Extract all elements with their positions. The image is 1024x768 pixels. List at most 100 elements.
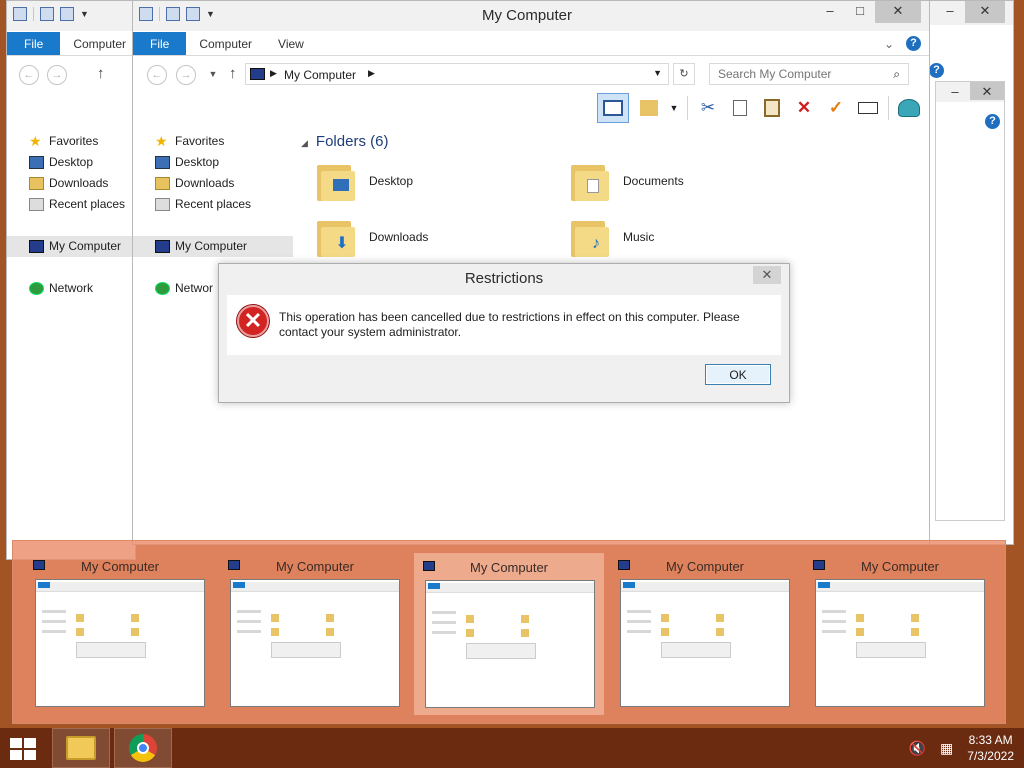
computer-icon: [250, 68, 265, 80]
properties-icon[interactable]: [40, 7, 54, 21]
ok-button[interactable]: OK: [705, 364, 771, 385]
back-button[interactable]: ←: [19, 65, 39, 85]
switcher-thumbnail[interactable]: My Computer: [805, 553, 995, 715]
search-input[interactable]: [710, 64, 908, 84]
tab-file[interactable]: File: [7, 32, 61, 55]
ribbon-right-controls: ⌄ ?: [884, 36, 921, 51]
thumbnail-preview: [425, 580, 595, 708]
title-bar[interactable]: – ✕: [927, 1, 1013, 25]
switcher-thumbnail[interactable]: My Computer: [25, 553, 215, 715]
title-bar[interactable]: ▼: [7, 1, 135, 31]
quick-access-toolbar: ▼: [139, 7, 215, 21]
new-folder-icon[interactable]: [60, 7, 74, 21]
downloads-folder-icon: ⬇: [317, 215, 357, 259]
computer-icon[interactable]: [139, 7, 153, 21]
desktop-icon: [155, 156, 170, 169]
title-bar[interactable]: – ✕: [936, 82, 1004, 102]
rename-button[interactable]: [856, 96, 880, 120]
folder-options-button[interactable]: [637, 96, 661, 120]
maximize-button[interactable]: □: [845, 1, 875, 23]
properties-icon[interactable]: [166, 7, 180, 21]
dialog-close-button[interactable]: ✕: [753, 266, 781, 284]
folder-item[interactable]: Documents: [571, 159, 684, 203]
nav-favorites[interactable]: ★ Favorites: [133, 131, 293, 152]
minimize-button[interactable]: –: [940, 82, 970, 100]
start-button[interactable]: [10, 738, 38, 760]
tab-computer[interactable]: Computer: [186, 32, 265, 55]
forward-button[interactable]: →: [47, 65, 67, 85]
copy-button[interactable]: [728, 96, 752, 120]
desktop-icon: [29, 156, 44, 169]
up-button[interactable]: ↑: [97, 65, 105, 82]
minimize-button[interactable]: –: [815, 1, 845, 23]
taskbar-file-explorer[interactable]: [52, 728, 110, 768]
chevron-down-icon[interactable]: ▼: [80, 9, 89, 19]
close-button[interactable]: ✕: [965, 1, 1005, 23]
star-icon: ★: [29, 133, 42, 149]
shell-button[interactable]: [897, 96, 921, 120]
help-icon[interactable]: ?: [906, 36, 921, 51]
address-bar[interactable]: ▶ My Computer ▶ ▼: [245, 63, 669, 85]
network-status-icon[interactable]: ▦: [940, 740, 953, 757]
select-button[interactable]: ✓: [824, 96, 848, 120]
title-bar[interactable]: ▼ My Computer – □ ✕: [133, 1, 929, 31]
downloads-icon: [29, 177, 44, 190]
delete-button[interactable]: ✕: [792, 96, 816, 120]
up-button[interactable]: ↑: [229, 65, 237, 82]
address-dropdown-icon[interactable]: ▼: [653, 68, 662, 78]
expand-ribbon-icon[interactable]: ⌄: [884, 37, 894, 51]
folder-item[interactable]: ⬇ Downloads: [317, 215, 428, 259]
recent-locations-icon[interactable]: ▼: [203, 65, 223, 85]
collapse-icon[interactable]: ◢: [301, 138, 308, 148]
volume-muted-icon[interactable]: 🔇: [909, 740, 926, 757]
computer-icon: [29, 240, 44, 253]
new-folder-icon[interactable]: [186, 7, 200, 21]
breadcrumb-chevron-icon[interactable]: ▶: [368, 68, 375, 79]
nav-recent-places[interactable]: Recent places: [133, 194, 293, 215]
chevron-down-icon[interactable]: ▼: [206, 9, 215, 19]
taskbar-chrome[interactable]: [114, 728, 172, 768]
nav-downloads[interactable]: Downloads: [133, 173, 293, 194]
window-switcher: My Computer My Computer My Computer My C…: [12, 540, 1006, 724]
preview-pane-button[interactable]: [597, 93, 629, 123]
thumbnail-title: My Computer: [665, 559, 745, 574]
folder-check-icon: [640, 100, 658, 116]
refresh-button[interactable]: ↻: [673, 63, 695, 85]
tab-computer[interactable]: Computer: [60, 32, 139, 55]
folders-group-header[interactable]: ◢ Folders (6): [301, 133, 388, 150]
network-icon: [155, 282, 170, 295]
clock-time: 8:33 AM: [968, 733, 1013, 747]
help-icon[interactable]: ?: [929, 63, 944, 78]
recent-places-icon: [155, 198, 170, 211]
computer-icon[interactable]: [13, 7, 27, 21]
search-box[interactable]: ⌕: [709, 63, 909, 85]
tab-file[interactable]: File: [133, 32, 187, 55]
help-icon[interactable]: ?: [985, 114, 1000, 129]
window-controls: – □ ✕: [815, 1, 921, 23]
search-icon[interactable]: ⌕: [893, 67, 900, 82]
ribbon-tabs: File Computer View: [133, 32, 929, 56]
clock[interactable]: 8:33 AM 7/3/2022: [967, 732, 1014, 764]
system-tray: 🔇 ▦ 8:33 AM 7/3/2022: [909, 732, 1014, 764]
paste-button[interactable]: [760, 96, 784, 120]
copy-icon: [733, 100, 747, 116]
switcher-thumbnail[interactable]: My Computer: [610, 553, 800, 715]
nav-desktop[interactable]: Desktop: [133, 152, 293, 173]
folder-item[interactable]: ♪ Music: [571, 215, 654, 259]
background-window-inner: – ✕ ?: [935, 81, 1005, 521]
forward-button[interactable]: →: [176, 65, 196, 85]
switcher-thumbnail-selected[interactable]: My Computer: [414, 553, 604, 715]
minimize-button[interactable]: –: [935, 1, 965, 23]
breadcrumb-separator-icon[interactable]: ▶: [270, 68, 277, 79]
nav-my-computer[interactable]: My Computer: [133, 236, 293, 257]
breadcrumb[interactable]: My Computer: [284, 68, 356, 82]
folder-item[interactable]: Desktop: [317, 159, 413, 203]
close-button[interactable]: ✕: [875, 1, 921, 23]
tab-view[interactable]: View: [265, 32, 317, 55]
cut-button[interactable]: ✂: [696, 96, 720, 120]
back-button[interactable]: ←: [147, 65, 167, 85]
dropdown-button[interactable]: ▼: [669, 96, 679, 120]
thumbnail-preview: [35, 579, 205, 707]
switcher-thumbnail[interactable]: My Computer: [220, 553, 410, 715]
close-button[interactable]: ✕: [970, 82, 1004, 100]
